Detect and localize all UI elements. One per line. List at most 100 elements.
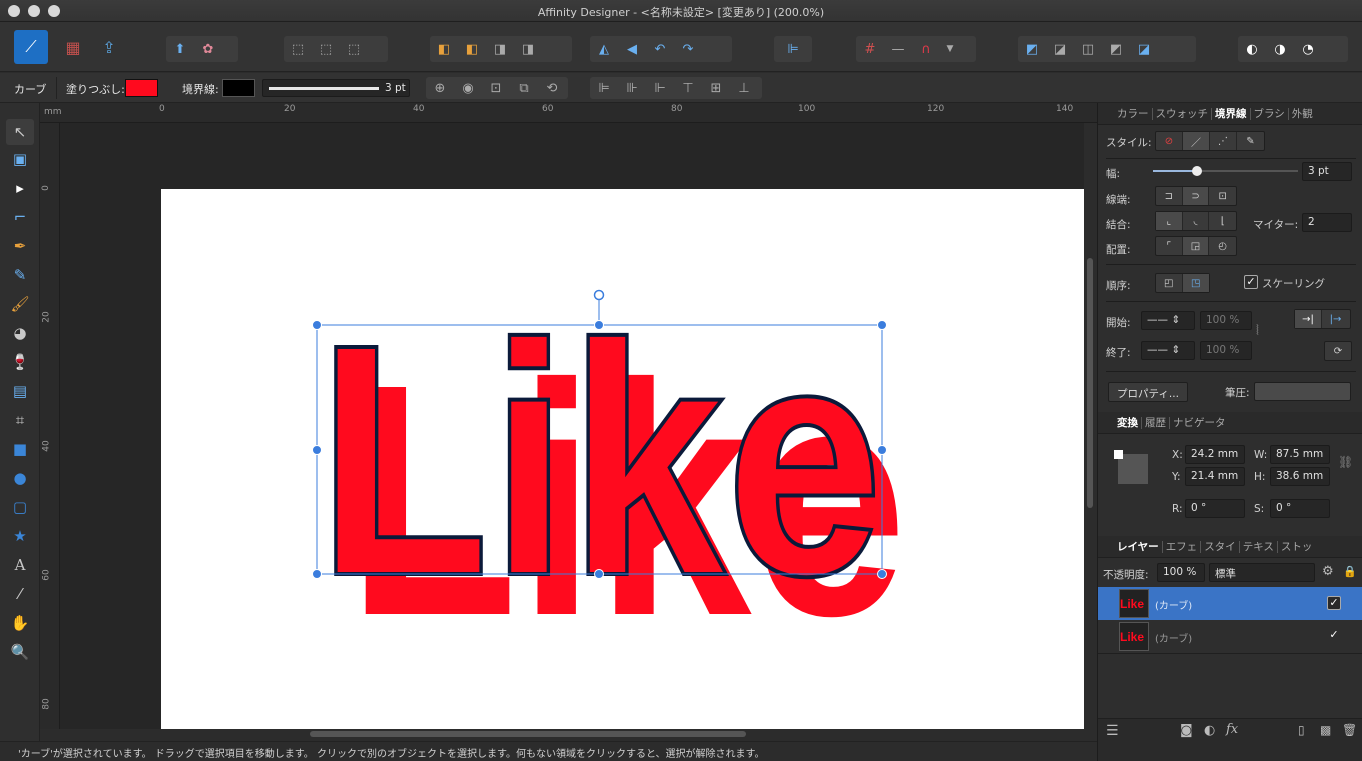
tab-text-styles[interactable]: テキス xyxy=(1240,540,1278,553)
crop-tool-icon[interactable]: ⌗ xyxy=(6,407,34,433)
pixel-persona-icon[interactable]: ▦ xyxy=(56,30,90,64)
add-shape-icon[interactable]: ◩ xyxy=(1018,36,1046,62)
pen-tool-icon[interactable]: ✒ xyxy=(6,233,34,259)
x-field[interactable]: 24.2 mm xyxy=(1185,445,1245,464)
gear-icon[interactable]: ⚙ xyxy=(1322,564,1334,579)
pencil-tool-icon[interactable]: ✎ xyxy=(6,262,34,288)
handles-icon[interactable]: ⊡ xyxy=(482,77,510,99)
tab-navigator[interactable]: ナビゲータ xyxy=(1170,417,1229,429)
flip-vertical-icon[interactable]: ◀ xyxy=(618,36,646,62)
selection-handle-bm[interactable] xyxy=(594,569,604,579)
rounded-rect-tool-icon[interactable]: ▢ xyxy=(6,494,34,520)
align-bottom-icon[interactable]: ⊥ xyxy=(730,77,758,99)
layers-stack-icon[interactable]: ☰ xyxy=(1106,723,1119,739)
ellipse-tool-icon[interactable]: ● xyxy=(6,465,34,491)
round-join-icon[interactable]: ◟ xyxy=(1183,212,1210,230)
pressure-graph[interactable] xyxy=(1254,382,1351,401)
mask-icon[interactable]: ◙ xyxy=(1180,723,1193,738)
horizontal-scrollbar[interactable] xyxy=(310,731,746,737)
align-left-icon[interactable]: ⊫ xyxy=(590,77,618,99)
rotate-handle-icon[interactable]: ⟲ xyxy=(538,77,566,99)
fill-tool-icon[interactable]: ◕ xyxy=(6,320,34,346)
magnet-icon[interactable]: ∩ xyxy=(912,36,940,62)
anchor-point-selected[interactable] xyxy=(1114,450,1123,459)
divide-shape-icon[interactable]: ◪ xyxy=(1130,36,1158,62)
add-layer-icon[interactable]: ▯ xyxy=(1298,723,1305,737)
selection-handle-mr[interactable] xyxy=(877,445,887,455)
zoom-tool-icon[interactable]: 🔍 xyxy=(6,639,34,665)
start-arrow-select[interactable]: —— ⇕ xyxy=(1141,311,1195,330)
boolean-icon[interactable]: ✿ xyxy=(194,36,222,62)
opacity-field[interactable]: 100 % xyxy=(1157,563,1205,582)
selection-handle-br[interactable] xyxy=(877,569,887,579)
start-scale-field[interactable]: 100 % xyxy=(1200,311,1252,330)
transform-origin-icon[interactable]: ⬚ xyxy=(284,36,312,62)
tab-stroke[interactable]: 境界線 xyxy=(1212,107,1251,120)
align-outside-stroke-icon[interactable]: ◴ xyxy=(1209,237,1236,255)
end-scale-field[interactable]: 100 % xyxy=(1200,341,1252,360)
transparency-tool-icon[interactable]: 🍷 xyxy=(6,349,34,375)
export-persona-icon[interactable]: ⇪ xyxy=(92,30,126,64)
subtract-icon[interactable]: ◑ xyxy=(1266,36,1294,62)
miter-field[interactable]: 2 xyxy=(1302,213,1352,232)
tab-styles[interactable]: スタイ xyxy=(1201,540,1240,553)
butt-cap-icon[interactable]: ⊐ xyxy=(1156,187,1183,205)
selection-handle-ml[interactable] xyxy=(312,445,322,455)
rectangle-tool-icon[interactable]: ■ xyxy=(6,436,34,462)
brush-tool-icon[interactable]: 🖌 xyxy=(6,291,34,317)
eyedropper-tool-icon[interactable]: ⁄ xyxy=(6,581,34,607)
align-right-icon[interactable]: ⊩ xyxy=(646,77,674,99)
artwork-main[interactable]: Like xyxy=(315,273,885,646)
grid-icon[interactable]: # xyxy=(856,36,884,62)
align-center-stroke-icon[interactable]: ⌜ xyxy=(1156,237,1183,255)
corner-tool-icon[interactable]: ⌐ xyxy=(6,204,34,230)
place-image-icon[interactable]: ▤ xyxy=(6,378,34,404)
fill-swatch[interactable] xyxy=(125,79,158,97)
text-tool-icon[interactable]: A xyxy=(6,552,34,578)
texture-line-icon[interactable]: ✎ xyxy=(1237,132,1264,150)
bevel-join-icon[interactable]: ⌊ xyxy=(1209,212,1236,230)
add-icon[interactable]: ◐ xyxy=(1238,36,1266,62)
vertical-scrollbar[interactable] xyxy=(1087,258,1093,508)
selection-handle-tm[interactable] xyxy=(594,320,604,330)
bounding-box-icon[interactable]: ⬚ xyxy=(312,36,340,62)
rotate-box-icon[interactable]: ⬚ xyxy=(340,36,368,62)
node-tool-icon[interactable]: ▸ xyxy=(6,175,34,201)
star-tool-icon[interactable]: ★ xyxy=(6,523,34,549)
round-cap-icon[interactable]: ⊃ xyxy=(1182,187,1210,205)
rotate-left-icon[interactable]: ↶ xyxy=(646,36,674,62)
tab-history[interactable]: 履歴 xyxy=(1142,416,1170,429)
tab-stock[interactable]: ストッ xyxy=(1278,541,1316,553)
width-slider[interactable] xyxy=(1153,166,1298,176)
canvas[interactable]: Like Like xyxy=(60,123,1084,729)
selection-handle-tr[interactable] xyxy=(877,320,887,330)
transform-objects-icon[interactable]: ⧉ xyxy=(510,77,538,99)
properties-button[interactable]: プロパティ... xyxy=(1108,382,1188,402)
snap-line-icon[interactable]: — xyxy=(884,36,912,62)
tab-transform[interactable]: 変換 xyxy=(1114,416,1142,429)
fx-icon[interactable]: fx xyxy=(1226,722,1238,737)
stroke-width-control[interactable]: 3 pt xyxy=(262,79,410,97)
xor-shape-icon[interactable]: ◩ xyxy=(1102,36,1130,62)
layer-visibility-checkbox[interactable]: ✓ xyxy=(1327,596,1341,610)
no-stroke-icon[interactable]: ⊘ xyxy=(1156,132,1183,150)
tab-swatches[interactable]: スウォッチ xyxy=(1153,107,1212,120)
layer-visibility-checkbox[interactable]: ✓ xyxy=(1327,629,1341,643)
subtract-shape-icon[interactable]: ◪ xyxy=(1046,36,1074,62)
tab-layers[interactable]: レイヤー xyxy=(1114,540,1163,553)
pie-icon[interactable]: ◔ xyxy=(1294,36,1322,62)
intersect-shape-icon[interactable]: ◫ xyxy=(1074,36,1102,62)
end-arrow-select[interactable]: —— ⇕ xyxy=(1141,341,1195,360)
tab-color[interactable]: カラー xyxy=(1114,107,1153,120)
align-top-icon[interactable]: ⊤ xyxy=(674,77,702,99)
move-forward-icon[interactable]: ◨ xyxy=(486,36,514,62)
artboard-tool-icon[interactable]: ▣ xyxy=(6,146,34,172)
snapping-dropdown-icon[interactable]: ▼ xyxy=(940,36,960,62)
hand-tool-icon[interactable]: ✋ xyxy=(6,610,34,636)
designer-persona-icon[interactable]: ⟋ xyxy=(14,30,48,64)
y-field[interactable]: 21.4 mm xyxy=(1185,467,1245,486)
w-field[interactable]: 87.5 mm xyxy=(1270,445,1330,464)
rotation-field[interactable]: 0 ° xyxy=(1185,499,1245,518)
rotate-right-icon[interactable]: ↷ xyxy=(674,36,702,62)
layer-row[interactable]: Like (カーブ) ✓ xyxy=(1098,587,1362,620)
